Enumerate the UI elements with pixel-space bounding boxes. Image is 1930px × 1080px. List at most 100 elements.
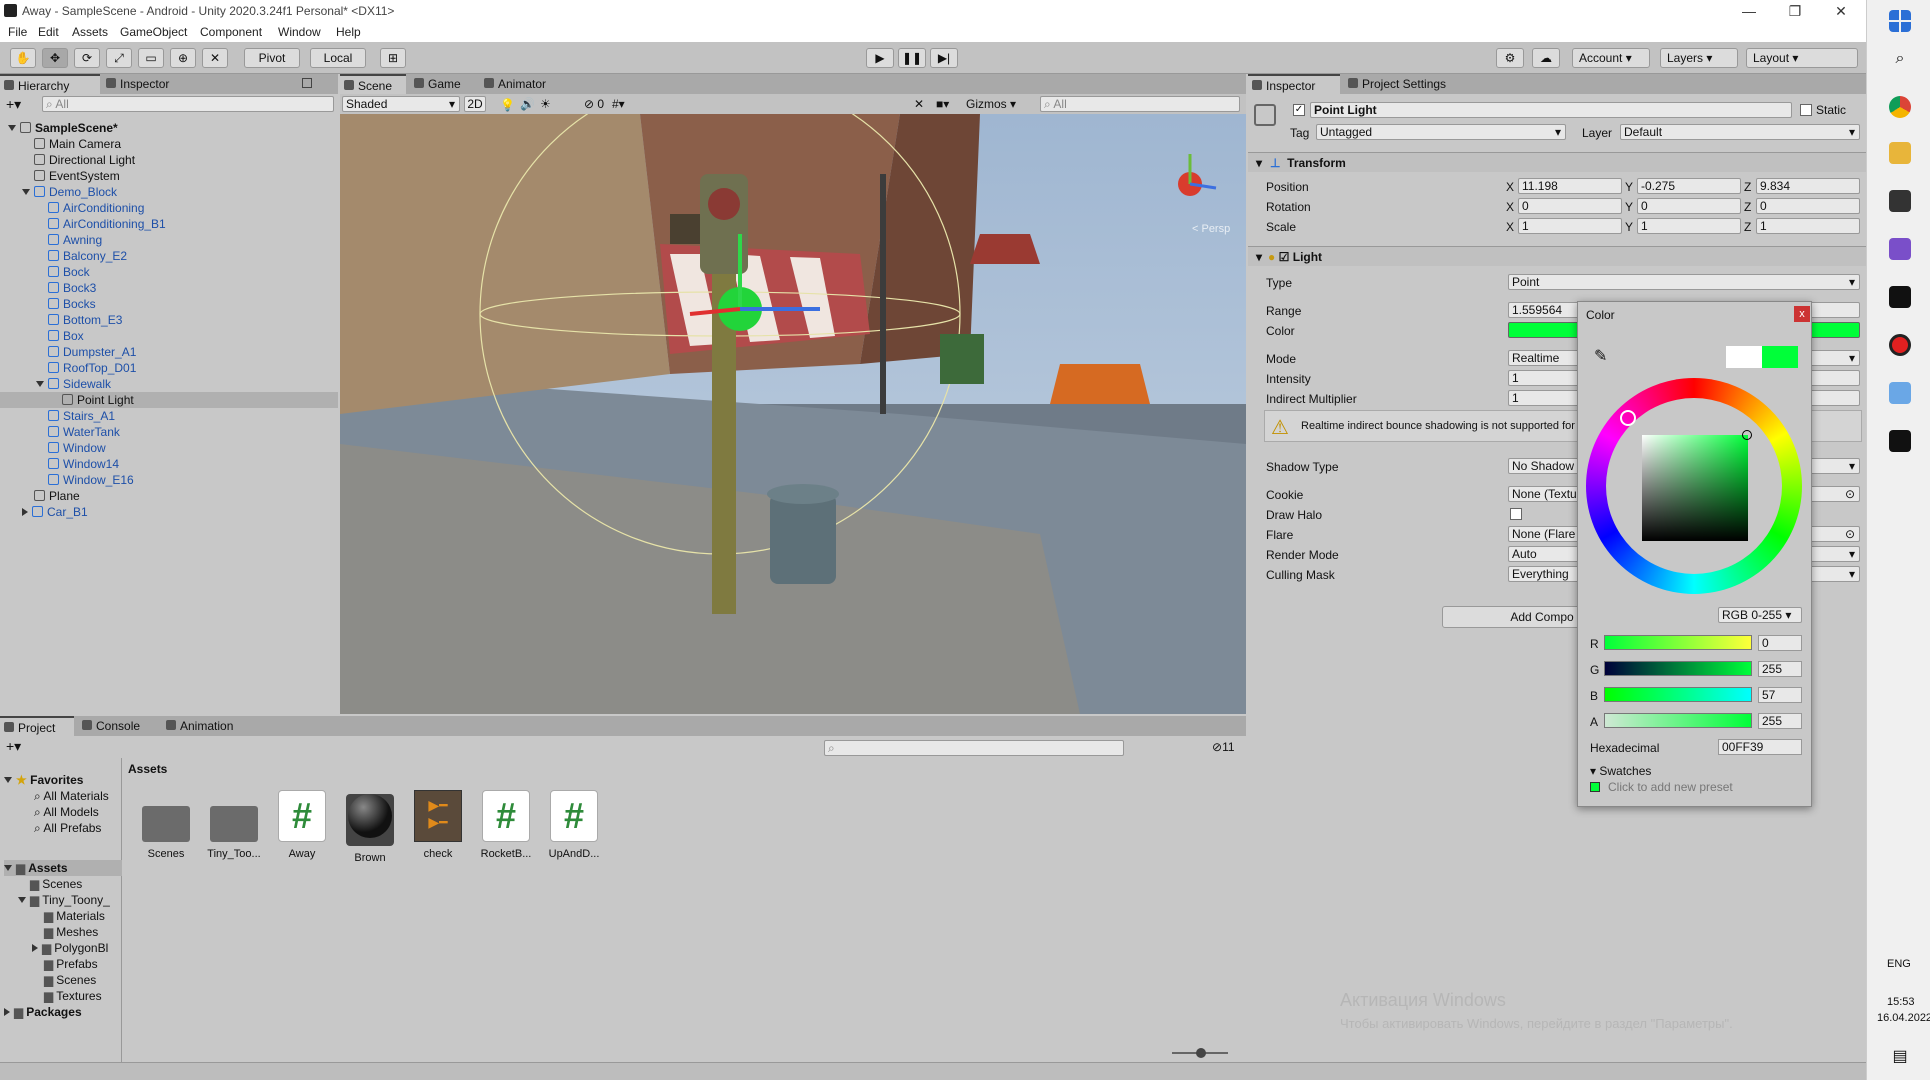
color-mode-dropdown[interactable]: RGB 0-255 ▾ [1718, 607, 1802, 623]
hand-tool-icon[interactable]: ✋ [10, 48, 36, 68]
project-tree-item[interactable]: ▆ Scenes [4, 876, 82, 892]
hierarchy-row[interactable]: Point Light [0, 392, 338, 408]
hierarchy-row[interactable]: Directional Light [0, 152, 338, 168]
2d-toggle[interactable]: 2D [464, 96, 486, 112]
hierarchy-row[interactable]: Awning [0, 232, 338, 248]
hierarchy-row[interactable]: AirConditioning_B1 [0, 216, 338, 232]
play-button[interactable]: ▶ [866, 48, 894, 68]
favorites-header[interactable]: ★ Favorites [4, 772, 83, 788]
menu-edit[interactable]: Edit [38, 25, 59, 39]
light-toggle-icon[interactable]: 💡 [500, 98, 515, 112]
windows-start-icon[interactable] [1889, 10, 1911, 32]
hierarchy-row[interactable]: SampleScene* [0, 120, 338, 136]
scene-viewport[interactable]: < Persp [340, 114, 1246, 714]
rotation-z-label[interactable]: Z [1744, 200, 1751, 214]
position-x-input[interactable]: 11.198 [1518, 178, 1622, 194]
move-tool-icon[interactable]: ✥ [42, 48, 68, 68]
previous-color-swatch[interactable] [1726, 346, 1762, 368]
explorer-icon[interactable] [1889, 142, 1911, 164]
scale-tool-icon[interactable]: ⤢ [106, 48, 132, 68]
b-slider[interactable] [1604, 687, 1752, 702]
project-tree-item[interactable]: ▆ Scenes [4, 972, 96, 988]
fav-all-materials[interactable]: ⌕ All Materials [34, 788, 109, 804]
fav-all-models[interactable]: ⌕ All Models [34, 804, 99, 820]
tab-inspector[interactable]: Inspector [1248, 74, 1340, 94]
light-enabled-checkbox[interactable]: ☑ [1279, 250, 1290, 264]
object-name-input[interactable]: Point Light [1310, 102, 1792, 118]
hierarchy-add-button[interactable]: +▾ [6, 96, 21, 113]
scale-y-input[interactable]: 1 [1637, 218, 1741, 234]
transform-tool-icon[interactable]: ⊕ [170, 48, 196, 68]
scale-z-label[interactable]: Z [1744, 220, 1751, 234]
language-indicator[interactable]: ENG [1887, 958, 1911, 970]
menu-help[interactable]: Help [336, 25, 361, 39]
swatch-green[interactable] [1590, 782, 1600, 792]
maximize-button[interactable]: ❐ [1772, 0, 1818, 22]
layer-dropdown[interactable]: Default ▾ [1620, 124, 1860, 140]
asset-item[interactable]: # RocketB... [476, 790, 536, 860]
rotation-x-label[interactable]: X [1506, 200, 1514, 214]
r-input[interactable]: 0 [1758, 635, 1802, 651]
hierarchy-row[interactable]: Dumpster_A1 [0, 344, 338, 360]
collab-icon[interactable]: ⚙ [1496, 48, 1524, 68]
project-tree-item[interactable]: ▆ Assets [4, 860, 122, 876]
tab-animator[interactable]: Animator [480, 74, 564, 94]
saturation-value-square[interactable] [1642, 430, 1752, 541]
hierarchy-row[interactable]: WaterTank [0, 424, 338, 440]
hierarchy-row[interactable]: Window [0, 440, 338, 456]
transform-header[interactable]: ▾ ⊥ Transform [1248, 152, 1866, 172]
grid-toggle-icon[interactable]: #▾ [612, 97, 625, 111]
account-dropdown[interactable]: Account ▾ [1572, 48, 1650, 68]
position-z-label[interactable]: Z [1744, 180, 1751, 194]
hierarchy-row[interactable]: Stairs_A1 [0, 408, 338, 424]
asset-item[interactable]: # Away [272, 790, 332, 860]
fav-all-prefabs[interactable]: ⌕ All Prefabs [34, 820, 101, 836]
rotation-y-label[interactable]: Y [1625, 200, 1633, 214]
tab-game[interactable]: Game [410, 74, 476, 94]
step-button[interactable]: ▶| [930, 48, 958, 68]
r-slider[interactable] [1604, 635, 1752, 650]
zoom-slider[interactable] [1172, 1048, 1228, 1058]
hierarchy-row[interactable]: AirConditioning [0, 200, 338, 216]
menu-component[interactable]: Component [200, 25, 262, 39]
hierarchy-row[interactable]: Bock [0, 264, 338, 280]
b-input[interactable]: 57 [1758, 687, 1802, 703]
hex-input[interactable]: 00FF39 [1718, 739, 1802, 755]
expand-arrow-icon[interactable] [8, 125, 16, 131]
asset-item[interactable]: Tiny_Too... [204, 790, 264, 860]
hierarchy-row[interactable]: Car_B1 [0, 504, 338, 520]
expand-arrow-icon[interactable] [22, 508, 28, 516]
hierarchy-row[interactable]: Bock3 [0, 280, 338, 296]
unity-icon[interactable] [1889, 286, 1911, 308]
project-breadcrumb[interactable]: Assets [128, 762, 167, 776]
tab-project-settings[interactable]: Project Settings [1344, 74, 1474, 94]
tab-console[interactable]: Console [78, 716, 158, 736]
hierarchy-row[interactable]: Demo_Block [0, 184, 338, 200]
search-icon[interactable]: ⌕ [1889, 50, 1911, 72]
grid-snap-button[interactable]: ⊞ [380, 48, 406, 68]
current-color-swatch[interactable] [1762, 346, 1798, 368]
color-picker-close-button[interactable]: x [1794, 306, 1810, 322]
gizmos-dropdown[interactable]: Gizmos ▾ [966, 97, 1016, 111]
visual-studio-icon[interactable] [1889, 238, 1911, 260]
tab-project[interactable]: Project [0, 716, 74, 736]
expand-arrow-icon[interactable] [22, 189, 30, 195]
swatches-header[interactable]: ▾ Swatches [1590, 764, 1651, 778]
scale-x-label[interactable]: X [1506, 220, 1514, 234]
hierarchy-row[interactable]: Balcony_E2 [0, 248, 338, 264]
hierarchy-row[interactable]: Window_E16 [0, 472, 338, 488]
rotation-z-input[interactable]: 0 [1756, 198, 1860, 214]
layout-dropdown[interactable]: Layout ▾ [1746, 48, 1858, 68]
hierarchy-row[interactable]: Main Camera [0, 136, 338, 152]
position-y-input[interactable]: -0.275 [1637, 178, 1741, 194]
tab-inspector-left[interactable]: Inspector [102, 74, 202, 94]
camera-icon[interactable]: ■▾ [936, 97, 949, 111]
audio-toggle-icon[interactable]: 🔊 [520, 97, 535, 111]
hierarchy-search-input[interactable]: ⌕ All [42, 96, 334, 112]
lock-icon[interactable] [302, 78, 312, 88]
project-tree-item[interactable]: ▆ Textures [4, 988, 102, 1004]
hierarchy-row[interactable]: Sidewalk [0, 376, 338, 392]
rotate-tool-icon[interactable]: ⟳ [74, 48, 100, 68]
asset-item[interactable]: Scenes [136, 790, 196, 860]
minimize-button[interactable]: — [1726, 0, 1772, 22]
